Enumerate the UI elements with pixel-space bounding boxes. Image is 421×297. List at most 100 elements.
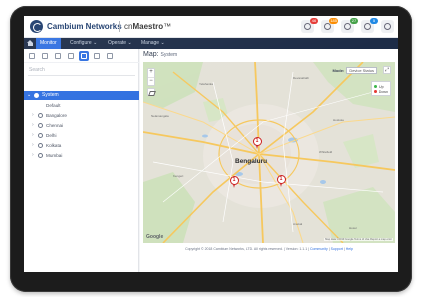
mode-select[interactable]: Device Status [346,67,377,74]
nav-operate[interactable]: Operate ⌄ [104,38,136,49]
network-icon [38,113,44,118]
search-input[interactable] [29,67,135,73]
pin-count: 1 [279,176,283,182]
network-icon [38,153,44,158]
alarm-glyph [304,23,311,30]
home-icon[interactable] [27,40,34,47]
switch-icon[interactable] [53,51,63,61]
warning-glyph [324,23,331,30]
map-place-label: Devanahalli [293,76,309,80]
tasks-badge: 5 [370,18,378,24]
brand-divider [119,21,120,32]
device-pin[interactable]: 1 [253,137,262,149]
copyright-text: Copyright © 2018 Cambium Networks, LTD. … [185,247,283,251]
support-link[interactable]: Support [331,247,343,251]
help-link[interactable]: Help [346,247,353,251]
devices-icon[interactable]: 27 [341,18,358,33]
legend-swatch [374,85,377,88]
nav-monitor[interactable]: Monitor [36,38,61,49]
zoom-in-button[interactable]: + [148,69,154,77]
product-name: cnMaestro™ [124,22,171,31]
mode-label: Mode: [332,68,345,73]
tree-item-label: Delhi [46,133,57,138]
tree-item-chennai[interactable]: › Chennai [24,121,139,130]
map-heading: Map: System [143,51,178,58]
tree-item-bangalore[interactable]: › Bangalore [24,111,139,120]
pin-count: 1 [232,177,236,183]
tree-item-label: Bangalore [46,113,67,118]
pin-tail [233,184,235,188]
map-subtitle: System [160,52,178,58]
map-background [143,62,395,243]
nav-configure[interactable]: Configure ⌄ [66,38,101,49]
network-icon [38,143,44,148]
warning-icon[interactable]: 185 [321,18,338,33]
pin-tail [280,183,282,187]
tree-item-label: Mumbai [46,153,63,158]
alarm-icon[interactable]: 46 [301,18,318,33]
device-pin[interactable]: 1 [277,175,286,187]
layers-icon[interactable] [147,88,155,96]
system-icon [34,93,39,98]
tasks-glyph [364,23,371,30]
google-logo: Google [146,234,164,240]
main-nav: Monitor Configure ⌄ Operate ⌄ Manage ⌄ [24,38,398,49]
map-place-label: Hoskote [333,118,345,122]
tree-item-label: Default [46,103,61,108]
nav-manage[interactable]: Manage ⌄ [137,38,169,49]
tree-item-label: Kolkata [46,143,62,148]
chevron-right-icon[interactable]: › [32,113,34,118]
city-label: Bengaluru [235,158,268,165]
tree-view-icon[interactable] [27,51,37,61]
tree-item-mumbai[interactable]: › Mumbai [24,151,139,160]
alarm-badge: 46 [310,18,318,24]
user-glyph [384,23,391,30]
tree-item-kolkata[interactable]: › Kolkata [24,141,139,150]
cambium-logo-icon [30,20,43,33]
tree-item-default[interactable]: Default [24,101,139,110]
chevron-right-icon[interactable]: › [32,153,34,158]
ap-icon[interactable] [40,51,50,61]
map-place-label: Kengeri [173,174,184,178]
tree-item-delhi[interactable]: › Delhi [24,131,139,140]
search-field [28,67,135,76]
devices-badge: 27 [350,18,358,24]
settings-icon[interactable] [105,51,115,61]
tree-item-system[interactable]: ⌄ System [24,91,139,100]
legend-item-down: Down [374,89,388,94]
header-status-icons: 46 185 27 5 [301,18,394,33]
chevron-right-icon[interactable]: › [32,143,34,148]
page-footer: Copyright © 2018 Cambium Networks, LTD. … [185,247,353,251]
expand-icon[interactable]: ⤢ [383,66,391,74]
pin-tail [256,145,258,149]
chart-icon[interactable] [66,51,76,61]
tasks-icon[interactable]: 5 [361,18,378,33]
zoom-control: + − [147,68,155,86]
map-place-label: Whitefield [319,150,333,154]
legend-swatch [374,90,377,93]
top-header: Cambium Networks cnMaestro™ 46 185 27 5 [24,16,398,38]
zoom-out-button[interactable]: − [148,77,154,85]
chevron-right-icon[interactable]: › [32,123,34,128]
list-view-icon[interactable] [92,51,102,61]
chevron-right-icon[interactable]: › [32,133,34,138]
warning-badge: 185 [329,18,338,24]
pin-count: 1 [255,138,259,144]
map-title: Map [143,51,157,58]
map-attribution[interactable]: Map data ©2019 Google Terms of Use Repor… [324,238,393,241]
network-icon [38,133,44,138]
legend-label: Down [378,89,388,94]
tree-item-label: System [42,92,59,98]
chevron-down-icon[interactable]: ⌄ [27,93,31,98]
app-screen: Cambium Networks cnMaestro™ 46 185 27 5 … [24,16,398,272]
map-place-label: Yelahanka [199,82,213,86]
tree-item-label: Chennai [46,123,64,128]
devices-glyph [344,23,351,30]
community-link[interactable]: Community [310,247,328,251]
product-title: Maestro [132,22,164,31]
map-legend: Up Down [371,81,391,96]
user-icon[interactable] [381,20,394,33]
map-view-icon[interactable] [79,51,89,61]
device-pin[interactable]: 1 [230,176,239,188]
map-canvas[interactable]: + − Mode: Device Status ⤢ Up Down Yelahan… [143,62,395,243]
